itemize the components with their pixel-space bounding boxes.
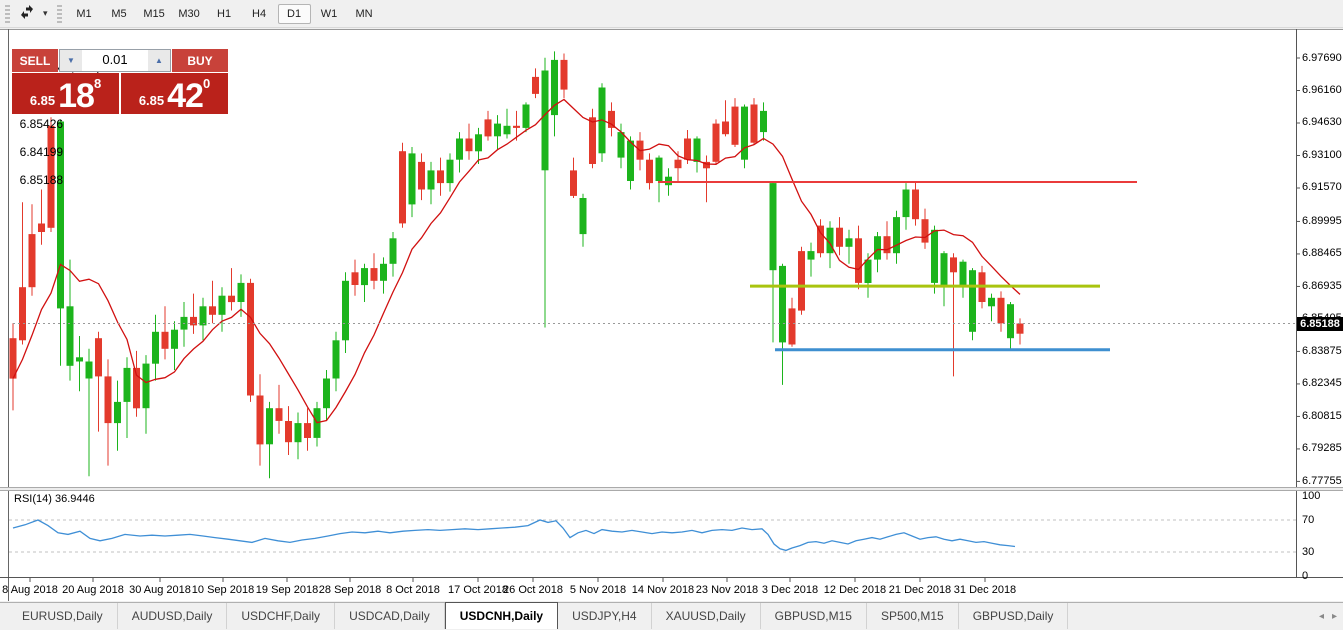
tab-scroll-left-icon[interactable]: ◂ — [1319, 611, 1324, 622]
price-axis-label: 6.82345 — [1302, 377, 1342, 389]
chart-tab-xauusd[interactable]: XAUUSD,Daily — [652, 603, 761, 629]
timeframe-button-d1[interactable]: D1 — [278, 4, 311, 24]
price-axis-label: 6.83875 — [1302, 345, 1342, 357]
tab-scroll-right-icon[interactable]: ▸ — [1332, 611, 1337, 622]
chart-tab-sp500[interactable]: SP500,M15 — [867, 603, 959, 629]
volume-increase-icon[interactable]: ▲ — [148, 50, 170, 71]
ohlc-high: 6.85426 — [20, 117, 63, 131]
sell-price-big: 18 — [58, 78, 94, 114]
rsi-bottom-border — [0, 577, 1343, 578]
buy-price-small: 6.85 — [139, 93, 164, 108]
ohlc-low: 6.84199 — [20, 145, 63, 159]
rsi-axis-label: 100 — [1302, 490, 1320, 502]
date-axis-label: 31 Dec 2018 — [943, 584, 1027, 596]
sell-price-small: 6.85 — [30, 93, 55, 108]
cursor-tool-button[interactable] — [15, 3, 39, 25]
timeframe-button-m1[interactable]: M1 — [68, 4, 101, 24]
price-axis-label: 6.91570 — [1302, 181, 1342, 193]
rsi-indicator-label: RSI(14) 36.9446 — [14, 493, 95, 505]
indicator-splitter[interactable] — [0, 487, 1343, 491]
timeframe-button-h4[interactable]: H4 — [243, 4, 276, 24]
price-axis-label: 6.88465 — [1302, 247, 1342, 259]
chart-tab-usdcnh[interactable]: USDCNH,Daily — [445, 602, 558, 629]
timeframe-button-m30[interactable]: M30 — [173, 4, 206, 24]
price-axis-label: 6.80815 — [1302, 410, 1342, 422]
buy-price-sup: 0 — [203, 76, 210, 91]
timeframe-group: M1M5M15M30H1H4D1W1MN — [67, 4, 382, 24]
volume-stepper: ▼ 0.01 ▲ — [59, 49, 171, 72]
buy-price-big: 42 — [167, 78, 203, 114]
tab-scroll-arrows: ◂ ▸ — [1319, 603, 1337, 630]
timeframe-button-m15[interactable]: M15 — [138, 4, 171, 24]
price-axis-label: 6.77755 — [1302, 475, 1342, 487]
one-click-trade-panel: SELL ▼ 0.01 ▲ BUY 6.85 18 8 6.85 42 0 — [12, 49, 228, 114]
chart-tab-usdcad[interactable]: USDCAD,Daily — [335, 603, 445, 629]
timeframe-button-m5[interactable]: M5 — [103, 4, 136, 24]
chart-tab-bar: EURUSD,DailyAUDUSD,DailyUSDCHF,DailyUSDC… — [0, 602, 1343, 629]
timeframe-button-mn[interactable]: MN — [348, 4, 381, 24]
ohlc-close: 6.85188 — [20, 173, 63, 187]
chart-tab-eurusd[interactable]: EURUSD,Daily — [8, 603, 118, 629]
volume-decrease-icon[interactable]: ▼ — [60, 50, 82, 71]
price-axis-label: 6.93100 — [1302, 149, 1342, 161]
price-axis-label: 6.94630 — [1302, 116, 1342, 128]
price-axis-label: 6.86935 — [1302, 280, 1342, 292]
current-price-tag: 6.85188 — [1297, 317, 1343, 331]
buy-button[interactable]: BUY — [172, 49, 228, 72]
volume-input[interactable]: 0.01 — [82, 50, 148, 71]
price-axis-label: 6.89995 — [1302, 215, 1342, 227]
toolbar-grip[interactable] — [5, 5, 10, 23]
price-axis-label: 6.79285 — [1302, 442, 1342, 454]
sell-price-sup: 8 — [94, 76, 101, 91]
chart-tab-usdjpy[interactable]: USDJPY,H4 — [558, 603, 651, 629]
buy-price-display[interactable]: 6.85 42 0 — [121, 73, 228, 114]
chart-tab-audusd[interactable]: AUDUSD,Daily — [118, 603, 228, 629]
chart-tab-gbpusd[interactable]: GBPUSD,Daily — [959, 603, 1069, 629]
cursor-tool-dropdown-icon[interactable]: ▾ — [39, 8, 52, 19]
sell-button[interactable]: SELL — [12, 49, 58, 72]
rsi-axis-label: 0 — [1302, 570, 1308, 582]
timeframe-button-w1[interactable]: W1 — [313, 4, 346, 24]
price-axis-label: 6.96160 — [1302, 84, 1342, 96]
tabs-holder: EURUSD,DailyAUDUSD,DailyUSDCHF,DailyUSDC… — [8, 603, 1068, 629]
chart-tab-gbpusd[interactable]: GBPUSD,M15 — [761, 603, 867, 629]
chart-tab-usdchf[interactable]: USDCHF,Daily — [227, 603, 335, 629]
price-axis-label: 6.97690 — [1302, 52, 1342, 64]
top-toolbar: ▾ M1M5M15M30H1H4D1W1MN — [0, 0, 1343, 28]
chart-left-border — [8, 29, 9, 601]
rsi-axis-label: 70 — [1302, 514, 1314, 526]
crosshair-arrows-icon — [19, 4, 35, 23]
timeframe-button-h1[interactable]: H1 — [208, 4, 241, 24]
toolbar-grip[interactable] — [57, 5, 62, 23]
rsi-axis-label: 30 — [1302, 546, 1314, 558]
sell-price-display[interactable]: 6.85 18 8 — [12, 73, 119, 114]
price-axis-border — [1296, 29, 1297, 578]
